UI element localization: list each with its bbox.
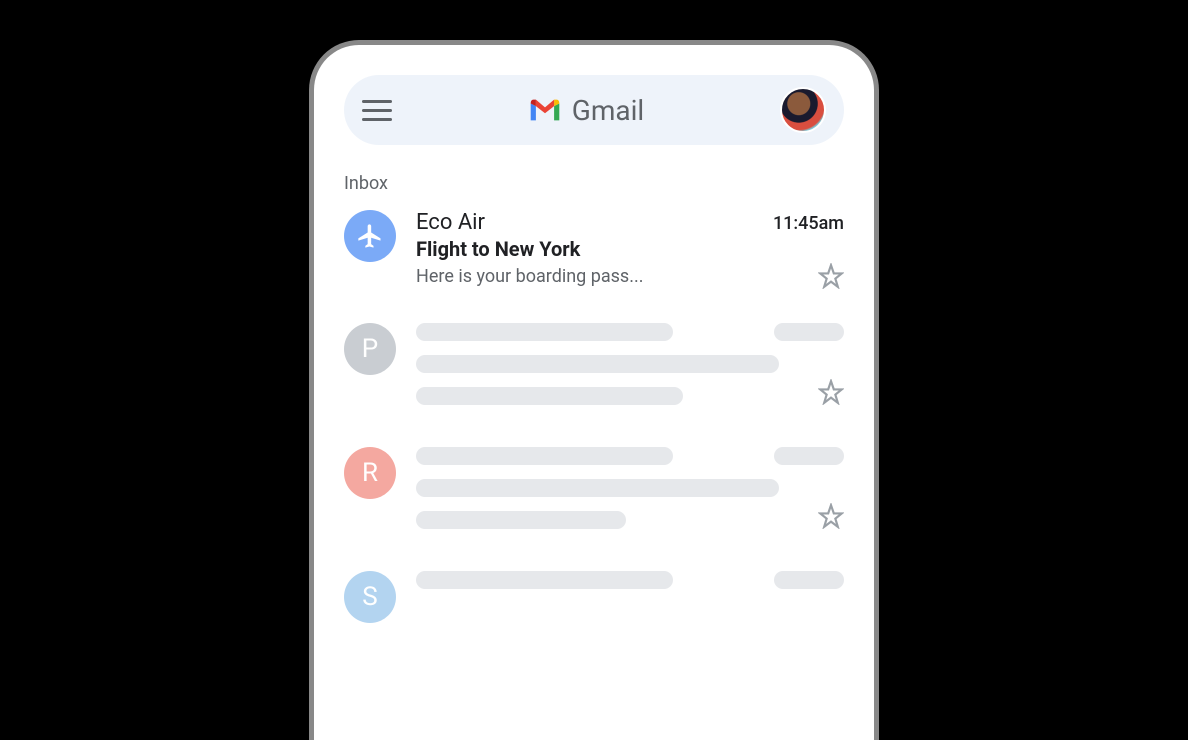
email-subject: Flight to New York xyxy=(416,237,844,261)
email-item-placeholder[interactable]: S xyxy=(344,553,844,647)
sender-avatar: R xyxy=(344,447,396,499)
email-snippet: Here is your boarding pass... xyxy=(416,266,643,287)
email-item-placeholder[interactable]: P xyxy=(344,305,844,429)
email-item-placeholder[interactable]: R xyxy=(344,429,844,553)
gmail-brand: Gmail xyxy=(408,94,764,127)
placeholder-line xyxy=(416,511,626,529)
gmail-logo-icon xyxy=(528,97,562,123)
airplane-icon xyxy=(356,222,384,250)
star-icon[interactable] xyxy=(818,503,844,529)
email-time: 11:45am xyxy=(773,213,844,234)
menu-icon[interactable] xyxy=(362,95,392,125)
placeholder-line xyxy=(774,447,844,465)
email-item[interactable]: Eco Air 11:45am Flight to New York Here … xyxy=(344,194,844,305)
placeholder-line xyxy=(416,447,673,465)
sender-avatar: P xyxy=(344,323,396,375)
placeholder-line xyxy=(416,323,673,341)
star-icon[interactable] xyxy=(818,263,844,289)
placeholder-line xyxy=(416,479,779,497)
placeholder-line xyxy=(774,571,844,589)
app-name: Gmail xyxy=(572,94,644,127)
star-icon[interactable] xyxy=(818,379,844,405)
placeholder-line xyxy=(416,571,673,589)
sender-avatar xyxy=(344,210,396,262)
sender-avatar: S xyxy=(344,571,396,623)
placeholder-line xyxy=(774,323,844,341)
placeholder-line xyxy=(416,355,779,373)
email-content: Eco Air 11:45am Flight to New York Here … xyxy=(416,210,844,289)
placeholder-line xyxy=(416,387,683,405)
profile-avatar[interactable] xyxy=(780,87,826,133)
email-sender: Eco Air xyxy=(416,210,485,235)
phone-frame: Gmail Inbox Eco Air 11:45am Flight to Ne… xyxy=(309,40,879,740)
section-label: Inbox xyxy=(344,173,844,194)
search-bar[interactable]: Gmail xyxy=(344,75,844,145)
